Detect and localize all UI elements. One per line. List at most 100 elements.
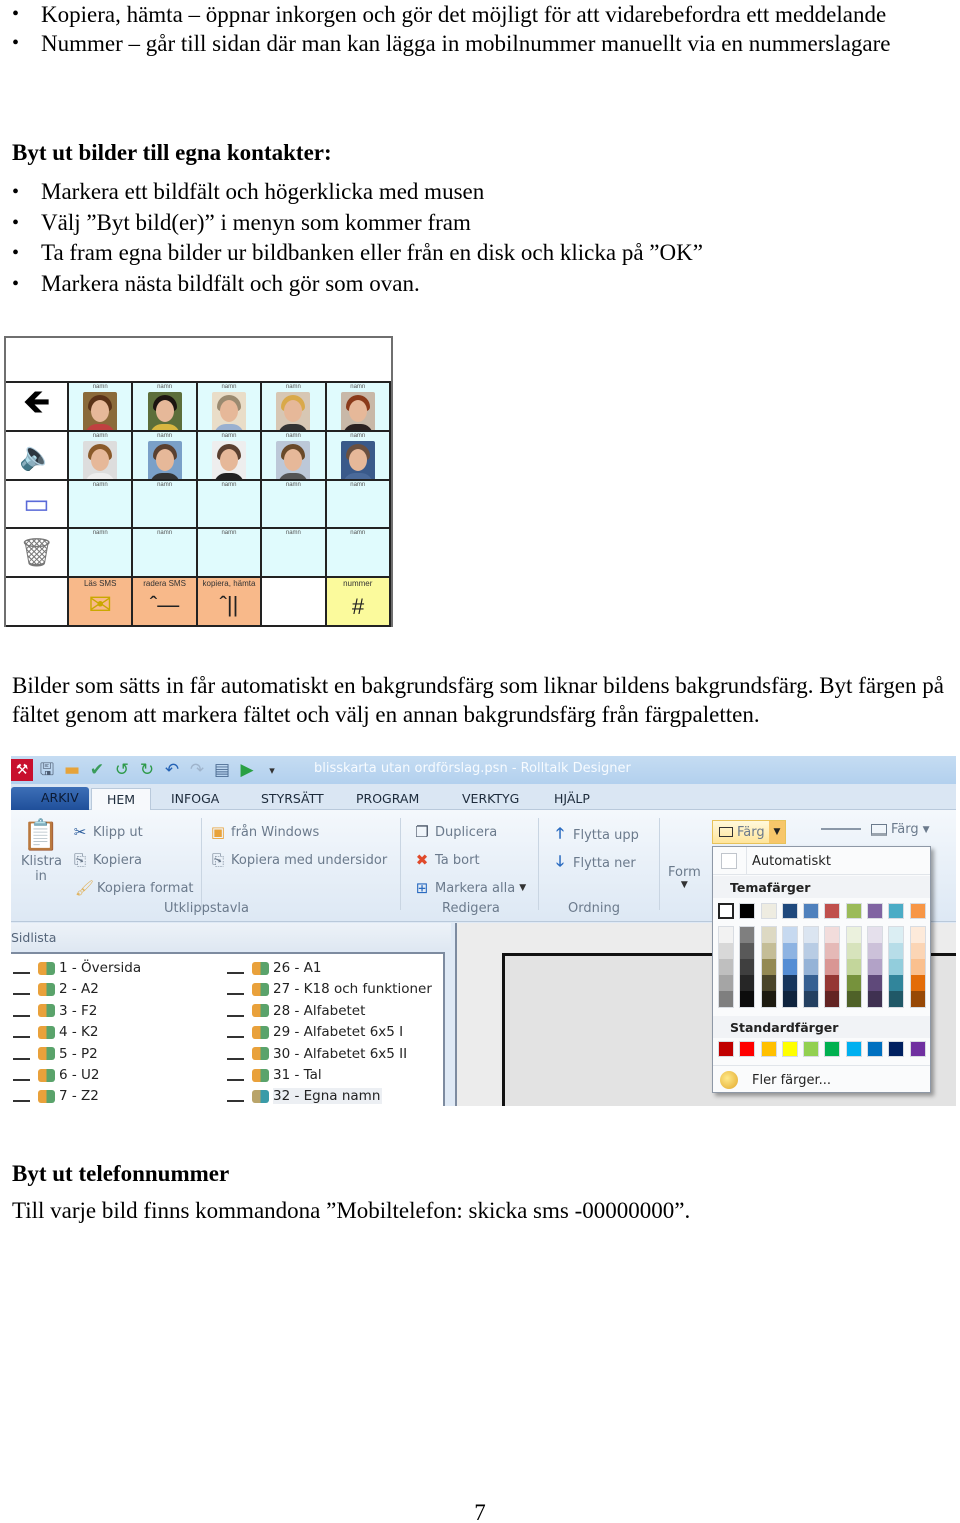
automatic-color-option[interactable]: Automatiskt [713,847,930,875]
tab-arkiv[interactable]: ARKIV [11,787,89,810]
move-down-button[interactable]: 🡓 Flytta ner [551,851,636,876]
color-swatch[interactable] [868,975,883,991]
contact-cell[interactable]: namn [69,431,134,481]
color-swatch[interactable] [910,975,925,991]
color-swatch[interactable] [846,975,861,991]
tab-hjalp[interactable]: HJÄLP [554,788,590,810]
color-swatch[interactable] [761,959,776,975]
contact-cell[interactable]: namn [133,529,198,579]
save-icon[interactable]: 🖫 [36,759,58,781]
paste-from-windows-button[interactable]: ▣ från Windows [209,823,319,841]
color-swatch[interactable] [867,1041,884,1057]
page-list-item[interactable]: 29 - Alfabetet 6x5 I [227,1022,403,1042]
color-swatch[interactable] [888,903,905,919]
color-swatch[interactable] [739,1041,756,1057]
color-swatch[interactable] [868,959,883,975]
redo-history-icon[interactable]: ↻ [136,759,158,781]
function-cell[interactable]: nummer # [326,578,391,627]
contact-cell[interactable]: namn [326,431,391,481]
color-swatch[interactable] [845,1041,862,1057]
contact-cell[interactable]: namn [262,480,327,530]
delete-button[interactable]: ✖ Ta bort [413,851,480,869]
color-swatch[interactable] [803,1041,820,1057]
contact-cell[interactable]: namn [197,383,263,432]
color-swatch[interactable] [804,959,819,975]
expander[interactable] [227,1100,244,1103]
contact-cell[interactable]: namn [326,529,391,579]
color-swatch[interactable] [761,991,776,1007]
line-style-icon[interactable] [821,828,861,830]
page-list-item[interactable]: 6 - U2 [13,1065,100,1085]
color-swatch[interactable] [910,991,925,1007]
color-swatch[interactable] [846,991,861,1007]
contact-cell[interactable]: namn [326,480,391,530]
contact-cell[interactable]: namn [262,383,327,432]
contact-cell[interactable]: namn [197,480,263,530]
expander[interactable] [13,1079,30,1081]
copy-button[interactable]: ⎘ Kopiera [71,851,142,869]
undo-history-icon[interactable]: ↺ [111,759,133,781]
expander[interactable] [13,993,30,996]
color-swatch[interactable] [740,943,755,959]
color-swatch[interactable] [740,975,755,991]
color-swatch[interactable] [909,903,926,919]
function-cell[interactable]: radera SMS ˆ— [133,578,198,627]
color-swatch[interactable] [782,975,797,991]
color-swatch[interactable] [760,1041,777,1057]
select-all-button[interactable]: ⊞ Markera alla ▼ [413,879,526,897]
page-list-item[interactable]: 5 - P2 [13,1044,98,1064]
color-swatch[interactable] [825,975,840,991]
app-logo-icon[interactable]: ⚒ [11,759,33,781]
color-swatch[interactable] [825,927,840,943]
color-swatch[interactable] [824,903,841,919]
color-swatch[interactable] [760,903,777,919]
color-swatch[interactable] [910,959,925,975]
color-swatch[interactable] [782,927,797,943]
move-up-button[interactable]: 🡑 Flytta upp [551,823,639,848]
page-list-item[interactable]: 3 - F2 [13,1001,97,1021]
color-swatch[interactable] [804,943,819,959]
tab-styrsatt[interactable]: STYRSÄTT [261,788,324,810]
color-swatch[interactable] [782,991,797,1007]
expander[interactable] [227,993,244,996]
page-list-item[interactable]: 31 - Tal [227,1065,322,1085]
color-swatch[interactable] [910,943,925,959]
contact-cell[interactable]: namn [326,383,391,432]
color-swatch[interactable] [719,959,733,975]
color-swatch[interactable] [761,943,776,959]
color-swatch[interactable] [719,943,733,959]
board-side-cell[interactable]: 🗑 [6,529,69,579]
page-list-item[interactable]: 32 - Egna namn [227,1086,383,1106]
contact-cell[interactable]: namn [69,480,134,530]
color-swatch[interactable] [804,975,819,991]
page-list-item[interactable]: 27 - K18 och funktioner [227,979,432,999]
page-list-item[interactable]: 1 - Översida [13,958,141,978]
color-swatch[interactable] [719,927,733,943]
color-swatch[interactable] [867,903,884,919]
cut-button[interactable]: ✂ Klipp ut [71,823,143,841]
color-swatch[interactable] [718,903,734,919]
form-button[interactable]: Form ▼ [668,865,701,890]
color-swatch[interactable] [824,1041,841,1057]
page-list-item[interactable]: 2 - A2 [13,979,99,999]
contact-cell[interactable]: namn [133,480,198,530]
color-swatch[interactable] [889,943,904,959]
expander[interactable] [13,1100,30,1103]
color-swatch[interactable] [909,1041,926,1057]
color-swatch[interactable] [889,927,904,943]
tab-program[interactable]: PROGRAM [356,788,419,810]
dropdown-arrow-icon[interactable]: ▼ [769,821,785,843]
undo-icon[interactable]: ↶ [161,759,183,781]
contact-cell[interactable]: namn [197,529,263,579]
tab-hem[interactable]: HEM [91,788,151,810]
color-swatch[interactable] [781,1041,798,1057]
expander[interactable] [227,1036,244,1039]
color-swatch[interactable] [889,959,904,975]
contact-cell[interactable]: namn [133,383,198,432]
expander[interactable] [227,972,244,974]
tab-infoga[interactable]: INFOGA [171,788,219,810]
duplicate-button[interactable]: ❐ Duplicera [413,823,497,841]
color-swatch[interactable] [740,959,755,975]
color-swatch[interactable] [718,1041,734,1057]
contact-cell[interactable]: namn [133,431,198,481]
